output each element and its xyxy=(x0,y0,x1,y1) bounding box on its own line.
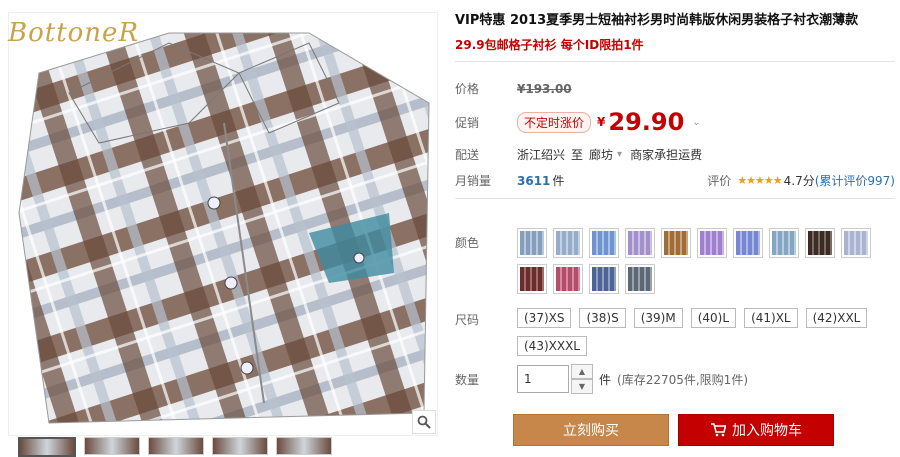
magnifier-icon xyxy=(417,415,431,429)
sales-row: 月销量 3611 件 评价 ★★★★★ 4.7分 (累计评价997) xyxy=(455,172,895,189)
product-gallery: BottoneR xyxy=(0,0,438,457)
shirt-thumbnail-icon xyxy=(700,231,724,255)
shirt-thumbnail-icon xyxy=(664,231,688,255)
shirt-thumbnail-icon xyxy=(628,267,652,291)
color-swatch[interactable] xyxy=(697,228,727,258)
size-option[interactable]: (40)L xyxy=(690,308,737,328)
shirt-thumbnail-icon xyxy=(808,231,832,255)
sales-count: 3611 xyxy=(517,173,551,188)
sales-label: 月销量 xyxy=(455,174,492,188)
color-swatch[interactable] xyxy=(589,264,619,294)
size-row: 尺码 (37)XS (38)S (39)M (40)L (41)XL (42)XXL (43… xyxy=(455,308,892,356)
ship-to-word: 至 xyxy=(571,148,584,162)
product-info: VIP特惠 2013夏季男士短袖衬衫男时尚韩版休闲男装格子衬衣潮薄款 29.9包… xyxy=(455,12,895,446)
thumbnail[interactable] xyxy=(212,437,268,455)
divider xyxy=(455,198,895,199)
quantity-input[interactable]: 1 xyxy=(517,365,569,393)
color-label: 颜色 xyxy=(455,236,480,250)
product-main-image[interactable] xyxy=(8,12,438,436)
shirt-thumbnail-icon xyxy=(772,231,796,255)
quantity-row: 数量 1 ▲ ▼ 件 (库存22705件,限购1件) xyxy=(455,364,748,394)
rating-score: 4.7分 xyxy=(783,174,815,188)
shirt-thumbnail-icon xyxy=(520,267,544,291)
thumbnail[interactable] xyxy=(84,437,140,455)
ship-destination[interactable]: 廊坊 xyxy=(589,146,613,163)
zoom-button[interactable] xyxy=(412,410,436,434)
size-label: 尺码 xyxy=(455,313,480,327)
color-row: 颜色 xyxy=(455,228,889,294)
promo-row: 促销 不定时涨价 ¥ 29.90 ⌄ xyxy=(455,108,701,136)
original-price: ¥193.00 xyxy=(517,81,572,96)
promo-label: 促销 xyxy=(455,115,480,130)
product-subtitle: 29.9包邮格子衬衫 每个ID限拍1件 xyxy=(455,38,644,52)
thumbnail[interactable] xyxy=(148,437,204,455)
color-swatch[interactable] xyxy=(733,228,763,258)
shirt-thumbnail-icon xyxy=(556,267,580,291)
shirt-thumbnail-icon xyxy=(592,231,616,255)
chevron-down-icon[interactable]: ⌄ xyxy=(692,117,700,128)
size-option[interactable]: (37)XS xyxy=(517,308,572,328)
promo-price: 29.90 xyxy=(608,108,685,136)
promo-tag: 不定时涨价 xyxy=(517,111,592,133)
color-swatch[interactable] xyxy=(553,228,583,258)
thumbnail-strip xyxy=(18,437,332,457)
cart-icon xyxy=(711,423,726,437)
size-option[interactable]: (39)M xyxy=(633,308,683,328)
shipping-label: 配送 xyxy=(455,148,480,162)
color-swatches xyxy=(517,228,889,294)
thumbnail[interactable] xyxy=(18,437,76,457)
shirt-thumbnail-icon xyxy=(592,267,616,291)
size-option[interactable]: (43)XXXL xyxy=(517,336,587,356)
color-swatch[interactable] xyxy=(769,228,799,258)
quantity-unit: 件 xyxy=(599,372,612,387)
decrement-button[interactable]: ▼ xyxy=(571,379,593,394)
ship-from: 浙江绍兴 xyxy=(517,148,566,162)
shirt-thumbnail-icon xyxy=(844,231,868,255)
increment-button[interactable]: ▲ xyxy=(571,364,593,379)
rating-stars: ★★★★★ xyxy=(737,174,782,187)
shipping-row: 配送 浙江绍兴 至 廊坊 ▾ 商家承担运费 xyxy=(455,146,702,163)
rating-label: 评价 xyxy=(707,174,732,188)
chevron-down-icon[interactable]: ▾ xyxy=(617,149,622,160)
add-to-cart-button[interactable]: 加入购物车 xyxy=(678,414,834,446)
shirt-thumbnail-icon xyxy=(628,231,652,255)
color-swatch[interactable] xyxy=(589,228,619,258)
shirt-image xyxy=(18,32,430,424)
buy-now-label: 立刻购买 xyxy=(563,423,619,439)
quantity-label: 数量 xyxy=(455,372,480,387)
color-swatch[interactable] xyxy=(625,264,655,294)
sales-unit: 件 xyxy=(552,174,565,188)
shirt-thumbnail-icon xyxy=(736,231,760,255)
currency-symbol: ¥ xyxy=(597,115,606,129)
stock-info: (库存22705件,限购1件) xyxy=(617,372,749,387)
size-option[interactable]: (41)XL xyxy=(744,308,798,328)
size-options: (37)XS (38)S (39)M (40)L (41)XL (42)XXL (43)XX… xyxy=(517,308,892,356)
color-swatch[interactable] xyxy=(517,264,547,294)
divider xyxy=(455,61,895,62)
shirt-thumbnail-icon xyxy=(556,231,580,255)
review-count-link[interactable]: (累计评价997) xyxy=(815,172,895,189)
color-swatch[interactable] xyxy=(517,228,547,258)
shirt-thumbnail-icon xyxy=(520,231,544,255)
product-title: VIP特惠 2013夏季男士短袖衬衫男时尚韩版休闲男装格子衬衣潮薄款 xyxy=(455,13,859,28)
size-option[interactable]: (42)XXL xyxy=(805,308,868,328)
add-to-cart-label: 加入购物车 xyxy=(732,423,802,439)
thumbnail[interactable] xyxy=(276,437,332,455)
size-option[interactable]: (38)S xyxy=(579,308,626,328)
price-label: 价格 xyxy=(455,82,480,96)
price-row: 价格 ¥193.00 xyxy=(455,80,572,97)
buy-now-button[interactable]: 立刻购买 xyxy=(513,414,669,446)
brand-watermark: BottoneR xyxy=(8,18,140,48)
color-swatch[interactable] xyxy=(841,228,871,258)
color-swatch[interactable] xyxy=(625,228,655,258)
color-swatch[interactable] xyxy=(661,228,691,258)
color-swatch[interactable] xyxy=(553,264,583,294)
shipping-fee: 商家承担运费 xyxy=(630,148,703,162)
color-swatch[interactable] xyxy=(805,228,835,258)
quantity-stepper: ▲ ▼ xyxy=(571,364,593,394)
